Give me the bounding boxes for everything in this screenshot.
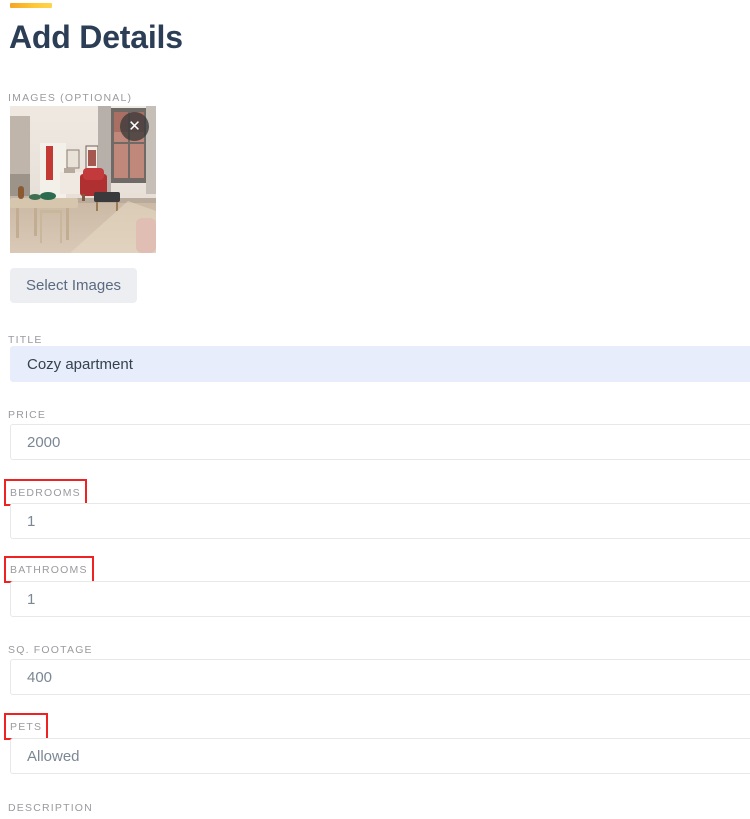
close-icon[interactable]: ✕ bbox=[120, 112, 149, 141]
bathrooms-label-wrap: BATHROOMS bbox=[4, 556, 94, 583]
pets-input[interactable] bbox=[10, 738, 750, 774]
bedrooms-input[interactable] bbox=[10, 503, 750, 539]
images-section-label: IMAGES (OPTIONAL) bbox=[8, 92, 133, 104]
description-label-wrap: DESCRIPTION bbox=[4, 796, 97, 819]
sq-footage-input[interactable] bbox=[10, 659, 750, 695]
description-label: DESCRIPTION bbox=[8, 802, 93, 814]
pets-label-wrap: PETS bbox=[4, 713, 49, 740]
bathrooms-input[interactable] bbox=[10, 581, 750, 617]
sq-footage-label-wrap: SQ. FOOTAGE bbox=[4, 638, 97, 661]
price-input[interactable] bbox=[10, 424, 750, 460]
select-images-button[interactable]: Select Images bbox=[10, 268, 138, 303]
price-label: PRICE bbox=[8, 409, 47, 421]
close-icon-glyph: ✕ bbox=[128, 117, 141, 135]
bedrooms-label-wrap: BEDROOMS bbox=[4, 479, 87, 506]
bathrooms-label: BATHROOMS bbox=[10, 564, 88, 576]
page-title: Add Details bbox=[9, 19, 183, 55]
add-details-page: Add Details IMAGES (OPTIONAL) ✕ Select I… bbox=[0, 0, 750, 814]
accent-bar bbox=[10, 3, 52, 8]
pets-label: PETS bbox=[10, 721, 43, 733]
title-input[interactable] bbox=[10, 346, 750, 382]
bedrooms-label: BEDROOMS bbox=[10, 487, 81, 499]
sq-footage-label: SQ. FOOTAGE bbox=[8, 644, 93, 656]
price-label-wrap: PRICE bbox=[4, 403, 50, 426]
